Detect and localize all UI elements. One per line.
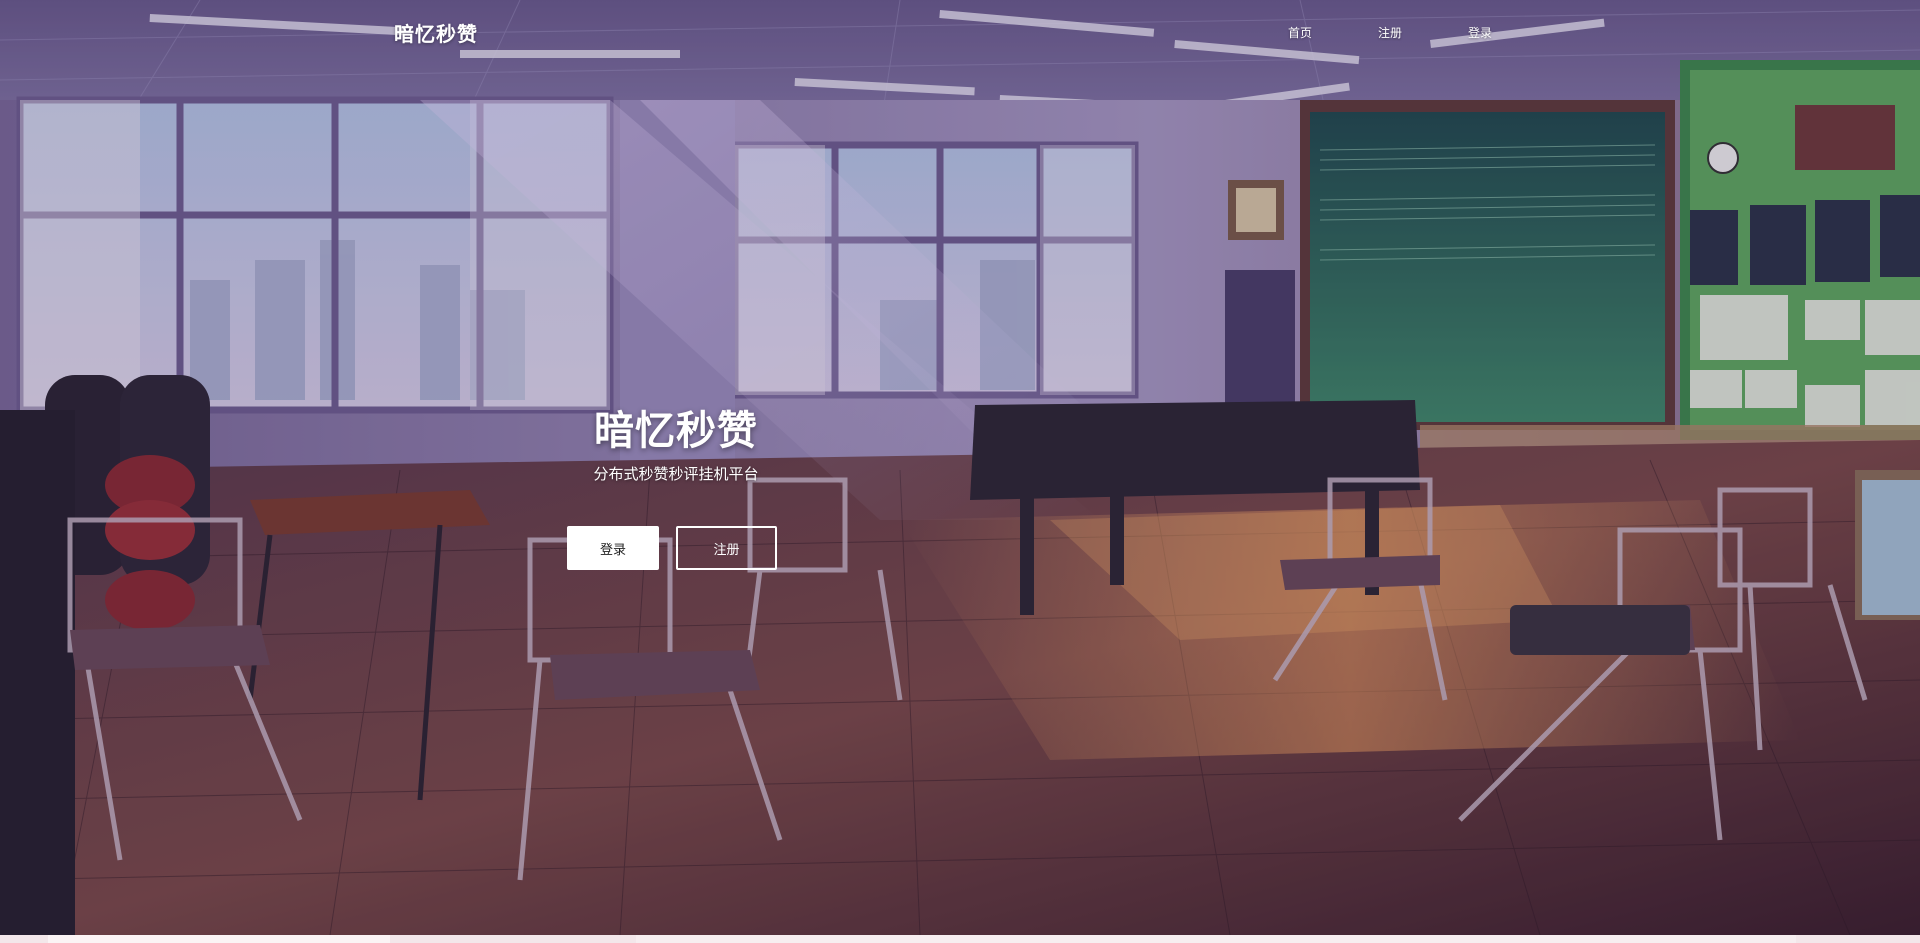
top-nav: 首页 注册 登录	[1288, 24, 1558, 41]
nav-home-link[interactable]: 首页	[1288, 24, 1378, 41]
landing-page: 暗忆秒赞 首页 注册 登录 暗忆秒赞 分布式秒赞秒评挂机平台 登录 注册	[0, 0, 1920, 943]
hero-title: 暗忆秒赞	[594, 408, 758, 454]
bottom-strip	[0, 935, 1920, 943]
register-button[interactable]: 注册	[676, 526, 777, 570]
brand-logo[interactable]: 暗忆秒赞	[394, 18, 478, 47]
nav-register-link[interactable]: 注册	[1378, 24, 1468, 41]
bottom-strip-segment	[48, 935, 390, 943]
login-button[interactable]: 登录	[567, 526, 659, 570]
hero-subtitle: 分布式秒赞秒评挂机平台	[593, 465, 759, 483]
nav-login-link[interactable]: 登录	[1468, 24, 1558, 41]
bottom-strip-segment	[636, 935, 1796, 943]
